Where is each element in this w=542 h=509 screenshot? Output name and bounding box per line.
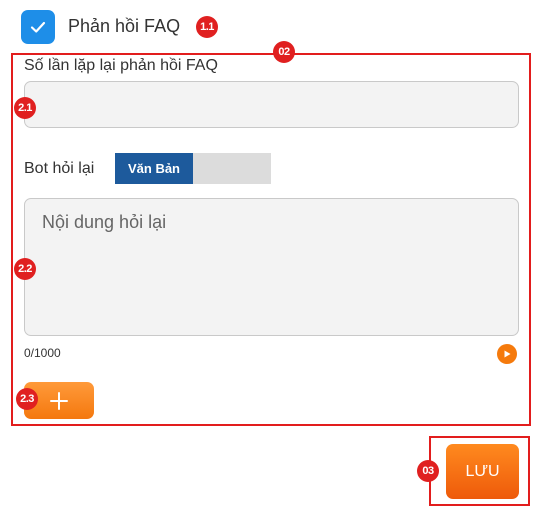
toggle-option-text[interactable]: Văn Bản [115,153,193,184]
play-button[interactable] [497,344,517,364]
bot-ask-again-label: Bot hỏi lại [24,160,95,177]
save-button[interactable]: LƯU [446,444,519,499]
annotation-badge-03: 03 [417,460,439,482]
repeat-count-label: Số lần lặp lại phản hồi FAQ [24,57,218,74]
textarea-placeholder: Nội dung hỏi lại [42,212,167,232]
plus-icon [50,391,68,410]
annotation-badge-2-3: 2.3 [16,388,38,410]
char-counter: 0/1000 [24,346,61,360]
annotation-badge-1-1: 1.1 [196,16,218,38]
repeat-count-input[interactable] [24,81,519,128]
faq-title: Phản hồi FAQ [68,16,181,36]
checkmark-icon [30,21,46,33]
annotation-badge-02: 02 [273,41,295,63]
play-icon [504,350,511,358]
annotation-badge-2-2: 2.2 [14,258,36,280]
annotation-badge-2-1: 2.1 [14,97,36,119]
ask-again-textarea[interactable]: Nội dung hỏi lại [24,198,519,336]
reply-type-toggle[interactable]: Văn Bản [115,153,271,184]
faq-checkbox[interactable] [21,10,55,44]
